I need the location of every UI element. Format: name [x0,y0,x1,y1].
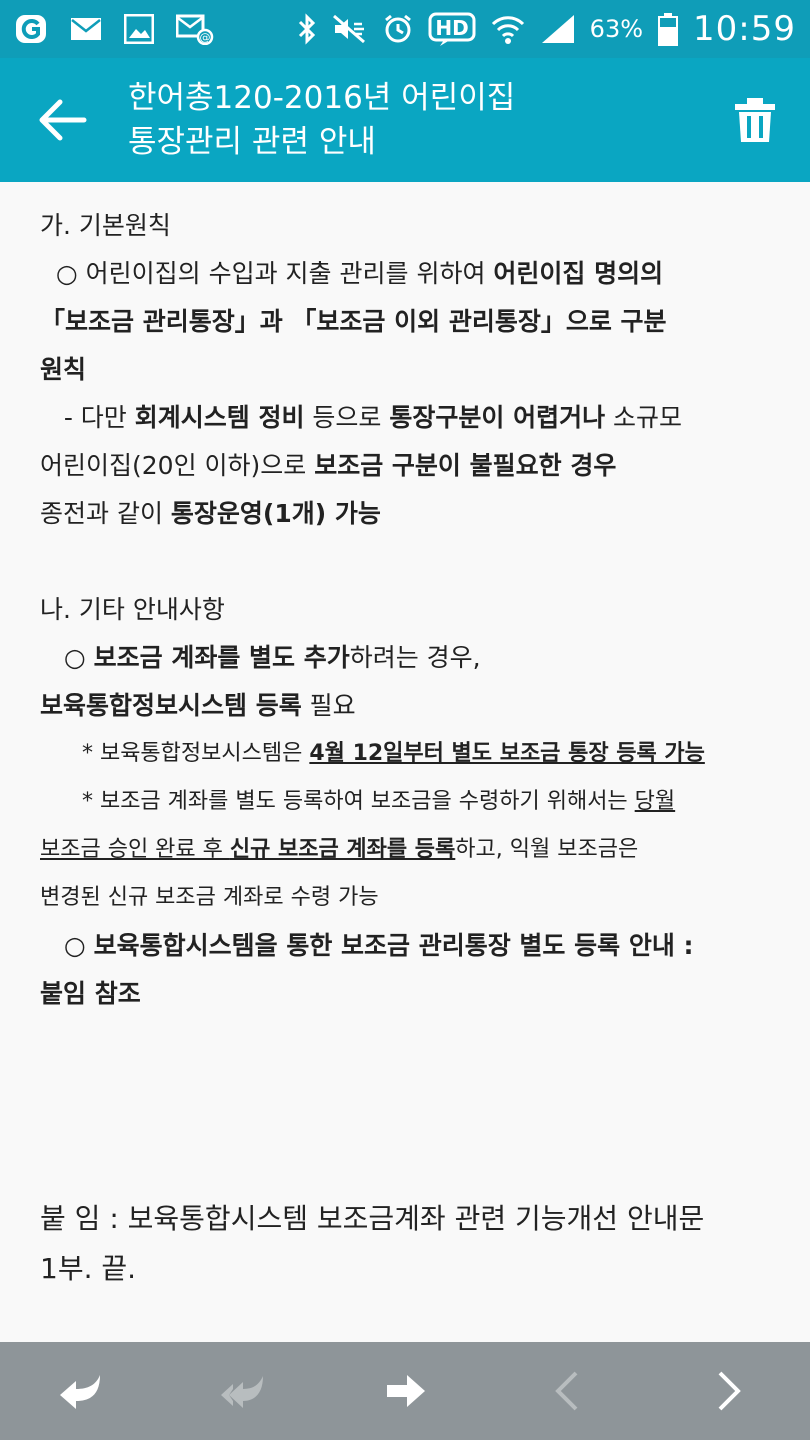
body-line: * 보육통합정보시스템은 4월 12일부터 별도 보조금 통장 등록 가능 [40,741,705,766]
battery-icon [657,12,679,46]
mute-icon [332,14,368,44]
body-line: 원칙 [40,355,87,384]
section-heading: 가. 기본원칙 [40,211,171,240]
reply-icon [60,1375,100,1409]
svg-text:HD: HD [435,16,468,40]
attachment-line-1: 붙 임 : 보육통합시스템 보조금계좌 관련 기능개선 안내문 [40,1202,705,1235]
previous-button[interactable] [527,1351,607,1431]
next-button[interactable] [689,1351,769,1431]
status-bar: @ HD 63% 10:59 [0,0,810,58]
bottom-toolbar [0,1342,810,1440]
body-line: * 보조금 계좌를 별도 등록하여 보조금을 수령하기 위해서는 당월 [40,789,676,814]
forward-icon [387,1375,425,1407]
svg-text:@: @ [200,31,211,44]
gallery-icon [124,14,154,44]
body-line: 보육통합정보시스템 등록 필요 [40,691,356,720]
section-heading: 나. 기타 안내사항 [40,595,225,624]
trash-icon [735,98,775,142]
battery-percent: 63% [589,15,644,43]
body-line: 「보조금 관리통장」과 「보조금 이외 관리통장」으로 구분 [40,307,667,336]
reply-all-icon [221,1376,263,1408]
clock: 10:59 [693,9,796,49]
message-body: 가. 기본원칙 ○ 어린이집의 수입과 지출 관리를 위하여 어린이집 명의의 … [0,182,810,1342]
body-line: 어린이집(20인 이하)으로 보조금 구분이 불필요한 경우 [40,451,617,480]
previous-icon [555,1371,578,1411]
next-icon [718,1371,741,1411]
bluetooth-icon [296,13,318,45]
title-line-2: 통장관리 관련 안내 [128,124,376,160]
title-line-1: 한어총120-2016년 어린이집 [128,80,516,116]
back-button[interactable] [36,94,92,146]
reply-button[interactable] [41,1351,121,1431]
app-bar: 한어총120-2016년 어린이집 통장관리 관련 안내 [0,58,810,182]
page-title: 한어총120-2016년 어린이집 통장관리 관련 안내 [128,76,688,164]
wifi-icon [490,13,526,45]
attachment-note: 붙 임 : 보육통합시스템 보조금계좌 관련 기능개선 안내문 1부. 끝. [40,1194,704,1294]
body-line: 변경된 신규 보조금 계좌로 수령 가능 [40,885,379,910]
body-line: ○ 어린이집의 수입과 지출 관리를 위하여 어린이집 명의의 [40,259,664,288]
mail-icon [70,16,102,42]
delete-button[interactable] [730,96,780,146]
alarm-icon [382,13,414,45]
forward-button[interactable] [365,1351,445,1431]
body-line: 붙임 참조 [40,979,141,1008]
body-line: ○ 보육통합시스템을 통한 보조금 관리통장 별도 등록 안내 : [40,931,694,960]
body-line: 보조금 승인 완료 후 신규 보조금 계좌를 등록하고, 익월 보조금은 [40,837,639,862]
reply-all-button[interactable] [203,1351,283,1431]
hd-icon: HD [428,12,476,46]
body-line: 종전과 같이 통장운영(1개) 가능 [40,499,381,528]
body-line: - 다만 회계시스템 정비 등으로 통장구분이 어렵거나 소규모 [40,403,683,432]
email-alert-icon: @ [176,13,214,45]
body-line: ○ 보조금 계좌를 별도 추가하려는 경우, [40,643,481,672]
attachment-line-2: 1부. 끝. [40,1252,137,1285]
signal-icon [540,13,576,45]
back-arrow-icon [39,99,87,141]
app-icon [14,12,48,46]
